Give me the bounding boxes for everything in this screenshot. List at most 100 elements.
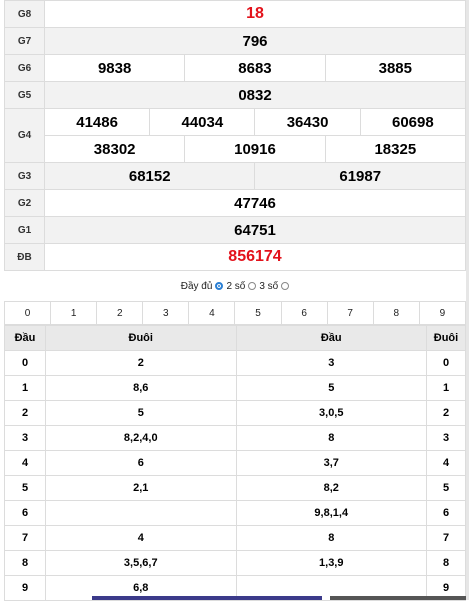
dau-cell: 8 [235, 425, 427, 451]
digit-button[interactable]: 3 [142, 301, 190, 325]
duoi-cell: 8 [426, 550, 466, 576]
duoi-cell: 2,1 [45, 475, 237, 501]
digit-button[interactable]: 1 [50, 301, 98, 325]
prize-g4-value: 44034 [149, 108, 256, 136]
dau-cell: 7 [4, 525, 46, 551]
prize-g7-value: 796 [44, 27, 466, 55]
dau-cell: 5 [4, 475, 46, 501]
digit-button[interactable]: 8 [372, 301, 420, 325]
prize-label: G2 [4, 189, 45, 217]
digit-filter-row: 0 1 2 3 4 5 6 7 8 9 [3, 301, 467, 325]
prize-row-g1: G1 64751 [4, 216, 466, 244]
prize-g6-value: 8683 [184, 54, 326, 82]
prize-row-g5: G5 0832 [4, 81, 466, 109]
prize-g4-value: 36430 [254, 108, 361, 136]
display-options: Đầy đủ 2 số 3 số [4, 271, 466, 301]
prize-row-g4a: G4 41486 44034 36430 60698 [4, 108, 467, 163]
prize-g5-value: 0832 [44, 81, 466, 109]
prize-row-g8: G8 18 [4, 0, 466, 28]
duoi-cell: 4 [426, 450, 466, 476]
prize-row-special: ĐB 856174 [4, 243, 466, 271]
duoi-cell: 3,5,6,7 [45, 550, 237, 576]
prize-label: G4 [4, 108, 45, 163]
prize-g4-value: 18325 [324, 135, 467, 163]
duoi-cell: 8,2,4,0 [45, 425, 237, 451]
banner-strip [330, 596, 468, 600]
prize-row-g2: G2 47746 [4, 189, 466, 217]
prize-g6-value: 9838 [43, 54, 186, 82]
prize-g3-value: 68152 [43, 162, 256, 190]
loto-header-row: Đầu Đuôi Đầu Đuôi [4, 325, 466, 351]
digit-button[interactable]: 6 [280, 301, 328, 325]
dau-cell: 6 [4, 500, 46, 526]
dau-cell: 8 [4, 550, 46, 576]
prize-row-g7: G7 796 [4, 27, 466, 55]
digit-button[interactable]: 7 [326, 301, 374, 325]
digit-button[interactable]: 9 [418, 301, 467, 325]
loto-row: 6 9,8,1,4 6 [4, 500, 466, 526]
prize-g2-value: 47746 [44, 189, 466, 217]
prize-table: G8 18 G7 796 G6 9838 8683 3885 G5 0832 G… [4, 0, 467, 271]
radio-2-digits-icon[interactable] [215, 282, 224, 290]
dau-cell: 9 [4, 575, 46, 601]
loto-row: 4 6 3,7 4 [4, 450, 466, 476]
header-dau: Đầu [4, 325, 46, 351]
digit-button[interactable]: 2 [96, 301, 144, 325]
dau-cell: 3,0,5 [235, 400, 427, 426]
duoi-cell: 2 [426, 400, 466, 426]
lottery-result-panel: G8 18 G7 796 G6 9838 8683 3885 G5 0832 G… [3, 0, 467, 601]
prize-g6-value: 3885 [324, 54, 467, 82]
prize-g3-value: 61987 [254, 162, 466, 190]
prize-g4-value: 41486 [43, 108, 151, 136]
duoi-cell: 8,6 [45, 375, 237, 401]
loto-row: 3 8,2,4,0 8 3 [4, 425, 466, 451]
option-3-digits[interactable]: 3 số [259, 281, 278, 292]
radio-3-digits-icon[interactable] [248, 282, 257, 290]
prize-label: G8 [4, 0, 45, 28]
option-2-digits[interactable]: 2 số [226, 281, 245, 292]
prize-g8-value: 18 [44, 0, 466, 28]
loto-row: 5 2,1 8,2 5 [4, 475, 466, 501]
dau-cell: 3 [235, 350, 427, 376]
loto-row: 7487 [4, 525, 466, 551]
prize-row-g6: G6 9838 8683 3885 [4, 54, 467, 82]
prize-row-g3: G3 68152 61987 [4, 162, 466, 190]
prize-label: G7 [4, 27, 45, 55]
prize-g4-value: 60698 [359, 108, 467, 136]
banner-strip [92, 596, 322, 600]
dau-cell: 8,2 [235, 475, 427, 501]
dau-cell: 8 [235, 525, 427, 551]
dau-cell: 9,8,1,4 [235, 500, 427, 526]
duoi-cell: 6 [45, 450, 237, 476]
loto-row: 1 8,6 5 1 [4, 375, 466, 401]
duoi-cell: 6 [426, 500, 466, 526]
dau-cell: 1 [4, 375, 46, 401]
loto-row: 2 5 3,0,5 2 [4, 400, 466, 426]
special-prize-value: 856174 [44, 243, 466, 271]
prize-label: G5 [4, 81, 45, 109]
header-duoi: Đuôi [45, 325, 237, 351]
digit-button[interactable]: 0 [3, 301, 52, 325]
digit-button[interactable]: 4 [188, 301, 236, 325]
prize-g4-value: 10916 [184, 135, 326, 163]
duoi-cell [45, 500, 237, 526]
loto-row: 0230 [4, 350, 466, 376]
header-duoi: Đuôi [426, 325, 466, 351]
dau-cell: 4 [4, 450, 46, 476]
dau-cell: 1,3,9 [235, 550, 427, 576]
digit-button[interactable]: 5 [234, 301, 282, 325]
duoi-cell: 3 [426, 425, 466, 451]
prize-g1-value: 64751 [44, 216, 466, 244]
duoi-cell: 2 [45, 350, 237, 376]
loto-row: 8 3,5,6,7 1,3,9 8 [4, 550, 466, 576]
duoi-cell: 5 [426, 475, 466, 501]
prize-label: G1 [4, 216, 45, 244]
duoi-cell: 0 [426, 350, 466, 376]
radio-extra-icon[interactable] [281, 282, 290, 290]
duoi-cell: 5 [45, 400, 237, 426]
duoi-cell: 1 [426, 375, 466, 401]
dau-cell: 3,7 [235, 450, 427, 476]
dau-cell: 0 [4, 350, 46, 376]
dau-cell: 2 [4, 400, 46, 426]
option-full[interactable]: Đầy đủ [181, 281, 213, 292]
